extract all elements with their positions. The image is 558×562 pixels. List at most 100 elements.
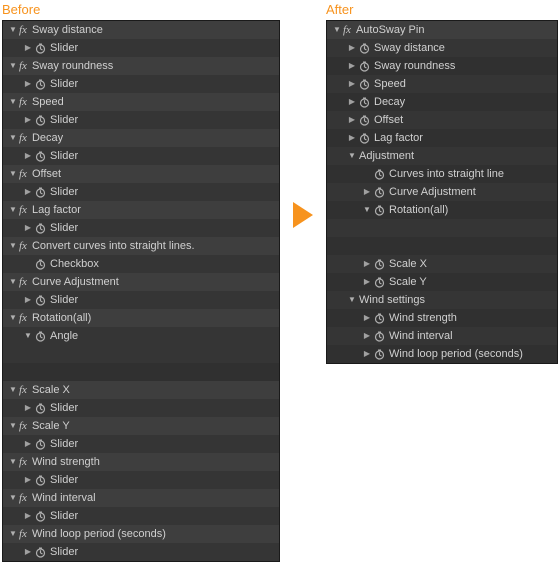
stopwatch-icon[interactable]	[374, 349, 385, 360]
effect-property[interactable]: Slider	[3, 183, 279, 201]
stopwatch-icon[interactable]	[359, 115, 370, 126]
effect-header[interactable]: fxSpeed	[3, 93, 279, 111]
disclosure-arrow-icon[interactable]	[8, 242, 18, 250]
stopwatch-icon[interactable]	[35, 187, 46, 198]
disclosure-arrow-icon[interactable]	[332, 26, 342, 34]
disclosure-arrow-icon[interactable]	[23, 512, 33, 520]
disclosure-arrow-icon[interactable]	[8, 494, 18, 502]
effect-header[interactable]: fxSway roundness	[3, 57, 279, 75]
stopwatch-icon[interactable]	[374, 187, 385, 198]
stopwatch-icon[interactable]	[374, 313, 385, 324]
wind-item[interactable]: Wind strength	[327, 309, 557, 327]
disclosure-arrow-icon[interactable]	[8, 458, 18, 466]
effect-header[interactable]: fxScale Y	[3, 417, 279, 435]
stopwatch-icon[interactable]	[35, 79, 46, 90]
stopwatch-icon[interactable]	[35, 475, 46, 486]
stopwatch-icon[interactable]	[359, 133, 370, 144]
group-wind[interactable]: Wind settings	[327, 291, 557, 309]
stopwatch-icon[interactable]	[374, 331, 385, 342]
effect-property[interactable]: Scale Y	[327, 273, 557, 291]
stopwatch-icon[interactable]	[35, 43, 46, 54]
effect-header[interactable]: fxConvert curves into straight lines.	[3, 237, 279, 255]
disclosure-arrow-icon[interactable]	[23, 548, 33, 556]
effect-header[interactable]: fxSway distance	[3, 21, 279, 39]
stopwatch-icon[interactable]	[35, 223, 46, 234]
effect-property[interactable]: Slider	[3, 471, 279, 489]
stopwatch-icon[interactable]	[35, 151, 46, 162]
effect-header[interactable]: fxAutoSway Pin	[327, 21, 557, 39]
effect-header[interactable]: fxDecay	[3, 129, 279, 147]
effect-header[interactable]: fxWind strength	[3, 453, 279, 471]
wind-item[interactable]: Wind interval	[327, 327, 557, 345]
stopwatch-icon[interactable]	[35, 295, 46, 306]
disclosure-arrow-icon[interactable]	[8, 386, 18, 394]
effect-property[interactable]: Sway roundness	[327, 57, 557, 75]
stopwatch-icon[interactable]	[359, 43, 370, 54]
effect-property[interactable]: Decay	[327, 93, 557, 111]
effect-property[interactable]: Slider	[3, 435, 279, 453]
effect-header[interactable]: fxWind interval	[3, 489, 279, 507]
effect-property[interactable]: Slider	[3, 543, 279, 561]
stopwatch-icon[interactable]	[374, 277, 385, 288]
effect-property[interactable]: Slider	[3, 399, 279, 417]
adjustment-item[interactable]: Rotation(all)	[327, 201, 557, 219]
stopwatch-icon[interactable]	[359, 61, 370, 72]
disclosure-arrow-icon[interactable]	[347, 44, 357, 52]
stopwatch-icon[interactable]	[35, 115, 46, 126]
disclosure-arrow-icon[interactable]	[362, 350, 372, 358]
effect-property[interactable]: Lag factor	[327, 129, 557, 147]
disclosure-arrow-icon[interactable]	[8, 98, 18, 106]
stopwatch-icon[interactable]	[35, 547, 46, 558]
stopwatch-icon[interactable]	[35, 403, 46, 414]
effect-property[interactable]: Angle	[3, 327, 279, 345]
adjustment-item[interactable]: Curves into straight line	[327, 165, 557, 183]
stopwatch-icon[interactable]	[359, 79, 370, 90]
wind-item[interactable]: Wind loop period (seconds)	[327, 345, 557, 363]
effect-property[interactable]: Offset	[327, 111, 557, 129]
effect-property[interactable]: Slider	[3, 147, 279, 165]
disclosure-arrow-icon[interactable]	[8, 134, 18, 142]
effect-property[interactable]: Slider	[3, 507, 279, 525]
effect-property[interactable]: Slider	[3, 219, 279, 237]
disclosure-arrow-icon[interactable]	[23, 332, 33, 340]
effect-property[interactable]: Scale X	[327, 255, 557, 273]
disclosure-arrow-icon[interactable]	[347, 62, 357, 70]
effect-header[interactable]: fxRotation(all)	[3, 309, 279, 327]
disclosure-arrow-icon[interactable]	[362, 260, 372, 268]
disclosure-arrow-icon[interactable]	[347, 116, 357, 124]
disclosure-arrow-icon[interactable]	[23, 440, 33, 448]
disclosure-arrow-icon[interactable]	[23, 44, 33, 52]
disclosure-arrow-icon[interactable]	[8, 206, 18, 214]
stopwatch-icon[interactable]	[35, 511, 46, 522]
effect-header[interactable]: fxLag factor	[3, 201, 279, 219]
disclosure-arrow-icon[interactable]	[8, 314, 18, 322]
disclosure-arrow-icon[interactable]	[8, 26, 18, 34]
effect-property[interactable]: Slider	[3, 75, 279, 93]
effect-property[interactable]: Checkbox	[3, 255, 279, 273]
stopwatch-icon[interactable]	[374, 169, 385, 180]
disclosure-arrow-icon[interactable]	[362, 278, 372, 286]
stopwatch-icon[interactable]	[359, 97, 370, 108]
group-adjustment[interactable]: Adjustment	[327, 147, 557, 165]
disclosure-arrow-icon[interactable]	[362, 332, 372, 340]
disclosure-arrow-icon[interactable]	[362, 188, 372, 196]
disclosure-arrow-icon[interactable]	[8, 530, 18, 538]
disclosure-arrow-icon[interactable]	[8, 170, 18, 178]
stopwatch-icon[interactable]	[35, 439, 46, 450]
disclosure-arrow-icon[interactable]	[362, 206, 372, 214]
effect-header[interactable]: fxScale X	[3, 381, 279, 399]
disclosure-arrow-icon[interactable]	[347, 296, 357, 304]
stopwatch-icon[interactable]	[374, 259, 385, 270]
effect-property[interactable]: Slider	[3, 111, 279, 129]
disclosure-arrow-icon[interactable]	[23, 80, 33, 88]
effect-property[interactable]: Slider	[3, 39, 279, 57]
disclosure-arrow-icon[interactable]	[23, 116, 33, 124]
disclosure-arrow-icon[interactable]	[362, 314, 372, 322]
disclosure-arrow-icon[interactable]	[23, 296, 33, 304]
disclosure-arrow-icon[interactable]	[8, 278, 18, 286]
disclosure-arrow-icon[interactable]	[23, 188, 33, 196]
effect-header[interactable]: fxCurve Adjustment	[3, 273, 279, 291]
effect-header[interactable]: fxOffset	[3, 165, 279, 183]
disclosure-arrow-icon[interactable]	[347, 134, 357, 142]
effect-property[interactable]: Slider	[3, 291, 279, 309]
